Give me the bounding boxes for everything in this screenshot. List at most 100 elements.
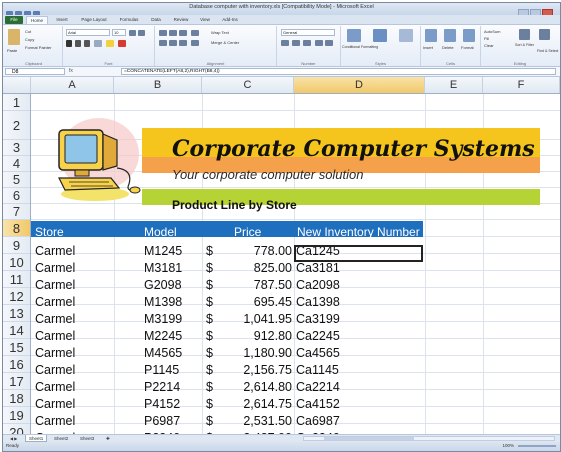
cell-model[interactable]: M1398 (144, 295, 182, 309)
cell-currency[interactable]: $ (206, 312, 213, 326)
horizontal-scrollbar[interactable] (303, 436, 555, 441)
cell-inventory-number[interactable]: Ca6987 (296, 414, 340, 428)
sheet-tab-2[interactable]: Sheet2 (51, 435, 71, 442)
tab-file[interactable]: File (5, 16, 23, 24)
cell-inventory-number[interactable]: Ca1398 (296, 295, 340, 309)
cell-model[interactable]: M3181 (144, 261, 182, 275)
cell-currency[interactable]: $ (206, 278, 213, 292)
cell-price[interactable]: 1,180.90 (216, 346, 292, 360)
row-header-8[interactable]: 8 (3, 220, 30, 237)
column-header-a[interactable]: A (31, 77, 114, 93)
borders-icon[interactable] (94, 40, 102, 47)
cell-store[interactable]: Carmel (35, 363, 75, 377)
row-header-6[interactable]: 6 (3, 188, 30, 204)
cell-store[interactable]: Carmel (35, 397, 75, 411)
cell-model[interactable]: P4152 (144, 397, 180, 411)
cell-price[interactable]: 2,156.75 (216, 363, 292, 377)
fill-button[interactable]: Fill (484, 36, 489, 41)
cell-currency[interactable]: $ (206, 295, 213, 309)
cell-area[interactable]: Corporate Computer Systems Your corporat… (31, 94, 560, 434)
row-header-13[interactable]: 13 (3, 305, 30, 322)
row-header-1[interactable]: 1 (3, 94, 30, 111)
cell-model[interactable]: P2214 (144, 380, 180, 394)
tab-formulas[interactable]: Formulas (115, 16, 143, 24)
insert-sheet-icon[interactable]: ✚ (103, 435, 113, 442)
sheet-tab-1[interactable]: Sheet1 (25, 435, 48, 442)
underline-icon[interactable] (84, 40, 90, 47)
align-center-icon[interactable] (169, 40, 177, 46)
cell-inventory-number[interactable]: Ca1145 (296, 363, 339, 377)
row-header-10[interactable]: 10 (3, 254, 30, 271)
fill-color-icon[interactable] (106, 40, 114, 47)
row-header-20[interactable]: 20 (3, 424, 30, 434)
comma-icon[interactable] (303, 40, 311, 46)
bold-icon[interactable] (66, 40, 72, 47)
align-top-icon[interactable] (159, 30, 167, 36)
copy-button[interactable]: Copy (25, 37, 34, 42)
row-header-18[interactable]: 18 (3, 390, 30, 407)
cell-price[interactable]: 1,041.95 (216, 312, 292, 326)
decrease-decimal-icon[interactable] (325, 40, 333, 46)
column-header-d[interactable]: D (294, 77, 425, 93)
formula-input[interactable]: =CONCATENATE(LEFT(A8,2),RIGHT(B8,4)) (121, 68, 556, 75)
select-all-button[interactable] (3, 77, 31, 93)
row-header-11[interactable]: 11 (3, 271, 30, 288)
tab-review[interactable]: Review (169, 16, 193, 24)
row-header-16[interactable]: 16 (3, 356, 30, 373)
row-header-12[interactable]: 12 (3, 288, 30, 305)
grow-font-icon[interactable] (129, 30, 136, 36)
wrap-text-button[interactable]: Wrap Text (211, 30, 229, 35)
column-header-f[interactable]: F (483, 77, 560, 93)
column-header-e[interactable]: E (425, 77, 483, 93)
align-bottom-icon[interactable] (179, 30, 187, 36)
cell-inventory-number[interactable]: Ca2245 (296, 329, 340, 343)
autosum-button[interactable]: AutoSum (484, 29, 500, 34)
cell-inventory-number[interactable]: Ca4565 (296, 346, 340, 360)
cell-styles-icon[interactable] (399, 29, 413, 42)
active-cell-d8[interactable] (294, 245, 423, 262)
row-header-4[interactable]: 4 (3, 156, 30, 172)
cut-button[interactable]: Cut (25, 29, 31, 34)
cell-store[interactable]: Carmel (35, 414, 75, 428)
cell-price[interactable]: 2,614.75 (216, 397, 292, 411)
tab-insert[interactable]: Insert (51, 16, 73, 24)
find-select-icon[interactable] (539, 29, 550, 40)
format-cells-icon[interactable] (463, 29, 475, 42)
cell-price[interactable]: 695.45 (216, 295, 292, 309)
sheet-nav-arrows-icon[interactable]: ◀ ▶ (7, 435, 20, 442)
sort-filter-icon[interactable] (519, 29, 530, 40)
insert-cells-icon[interactable] (425, 29, 437, 42)
cell-inventory-number[interactable]: Ca3181 (296, 261, 340, 275)
orientation-icon[interactable] (191, 30, 199, 36)
align-left-icon[interactable] (159, 40, 167, 46)
increase-decimal-icon[interactable] (315, 40, 323, 46)
tab-view[interactable]: View (196, 16, 214, 24)
cell-currency[interactable]: $ (206, 261, 213, 275)
cell-currency[interactable]: $ (206, 363, 213, 377)
cell-price[interactable]: 912.80 (216, 329, 292, 343)
row-header-17[interactable]: 17 (3, 373, 30, 390)
font-size-select[interactable]: 10 (112, 29, 126, 36)
cell-price[interactable]: 2,531.50 (216, 414, 292, 428)
cell-currency[interactable]: $ (206, 380, 213, 394)
cell-store[interactable]: Carmel (35, 244, 75, 258)
cell-store[interactable]: Carmel (35, 329, 75, 343)
align-middle-icon[interactable] (169, 30, 177, 36)
row-header-2[interactable]: 2 (3, 111, 30, 140)
cell-model[interactable]: M3199 (144, 312, 182, 326)
cell-model[interactable]: M4565 (144, 346, 182, 360)
sheet-tab-3[interactable]: Sheet3 (77, 435, 97, 442)
merge-center-button[interactable]: Merge & Center (211, 40, 239, 45)
tab-page-layout[interactable]: Page Layout (76, 16, 112, 24)
row-header-15[interactable]: 15 (3, 339, 30, 356)
conditional-formatting-icon[interactable] (347, 29, 361, 42)
number-format-select[interactable]: General (281, 29, 335, 36)
cell-model[interactable]: P1145 (144, 363, 179, 377)
cell-currency[interactable]: $ (206, 346, 213, 360)
cell-price[interactable]: 778.00 (216, 244, 292, 258)
row-header-7[interactable]: 7 (3, 204, 30, 220)
cell-price[interactable]: 2,614.80 (216, 380, 292, 394)
insert-function-icon[interactable]: fx (69, 68, 119, 75)
cell-store[interactable]: Carmel (35, 278, 75, 292)
clear-button[interactable]: Clear (484, 43, 494, 48)
